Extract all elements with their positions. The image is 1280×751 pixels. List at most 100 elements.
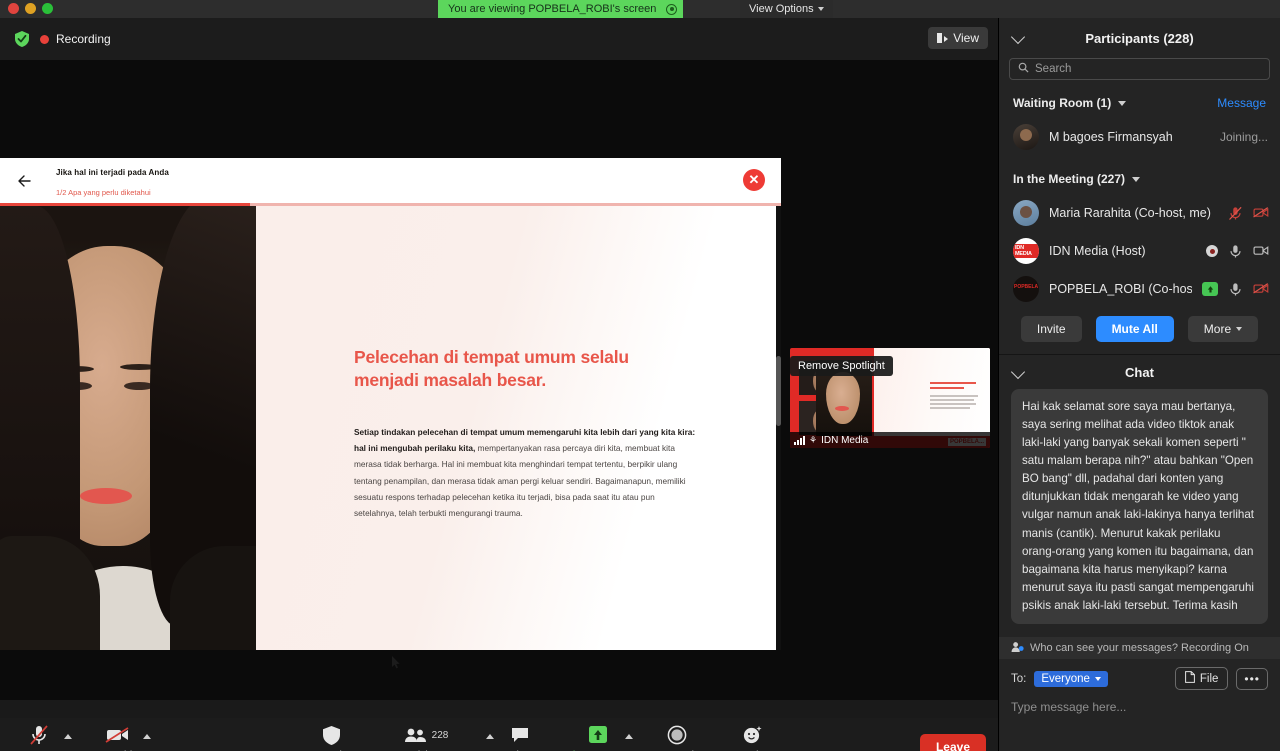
collapse-participants-icon[interactable] [1011,30,1025,44]
share-recording-icon [666,4,677,15]
video-icon[interactable] [1253,244,1268,258]
participant-row[interactable]: IDN MEDIA IDN Media (Host) [999,232,1280,270]
mic-icon[interactable] [1228,282,1243,296]
mic-muted-icon[interactable] [1228,206,1243,220]
in-meeting-title: In the Meeting (227) [1013,172,1125,186]
participant-row[interactable]: POPBELA_ROBI (Co-host) [999,270,1280,308]
toolbar-security-button[interactable]: Security [296,724,366,751]
macos-titlebar: You are viewing POPBELA_ROBI's screen Vi… [0,0,1280,18]
in-meeting-section-header: In the Meeting (227) [999,164,1280,194]
meeting-topbar: Recording View [0,18,998,60]
encryption-shield-icon[interactable] [14,30,30,48]
slide-scrollbar[interactable] [776,206,781,650]
participant-icons [1206,244,1268,258]
maximize-window-button[interactable] [42,3,53,14]
mouse-cursor-icon [392,656,401,669]
signal-strength-icon [794,436,805,445]
chat-recipient-value: Everyone [1041,673,1090,685]
invite-button[interactable]: Invite [1021,316,1082,342]
recording-icon [1206,245,1218,257]
participant-name: POPBELA_ROBI (Co-host) [1049,282,1192,296]
back-arrow-icon[interactable] [14,170,36,192]
search-box[interactable] [1009,58,1270,80]
participant-icons [1202,282,1268,296]
video-off-icon[interactable] [1253,206,1268,220]
waiting-room-participant-row[interactable]: M bagoes Firmansyah Joining... [999,118,1280,156]
chat-file-label: File [1200,673,1219,685]
waiting-room-title-wrap[interactable]: Waiting Room (1) [1013,96,1126,110]
slide-header-subtitle: 1/2 Apa yang perlu diketahui [56,188,151,197]
video-off-icon [105,724,131,746]
close-icon[interactable]: ✕ [743,169,765,191]
participant-name: M bagoes Firmansyah [1049,130,1210,144]
avatar [1013,200,1039,226]
share-screen-icon [587,724,609,746]
record-dot-icon [40,35,49,44]
video-off-icon[interactable] [1253,282,1268,296]
chevron-down-icon [1095,677,1101,681]
search-input[interactable] [1035,63,1261,75]
search-icon [1018,60,1029,78]
recording-indicator[interactable]: Recording [40,32,111,46]
more-button[interactable]: More [1188,316,1258,342]
toolbar-share-screen-button[interactable]: Share Screen [563,724,633,751]
close-window-button[interactable] [8,3,19,14]
chevron-down-icon[interactable] [1132,177,1140,182]
share-chevron-up-icon[interactable] [625,734,633,739]
mic-muted-icon [29,724,49,746]
unmute-chevron-up-icon[interactable] [64,734,72,739]
minimize-window-button[interactable] [25,3,36,14]
in-meeting-title-wrap[interactable]: In the Meeting (227) [1013,172,1140,186]
chat-privacy-text: Who can see your messages? Recording On [1030,642,1249,654]
mute-all-button[interactable]: Mute All [1096,316,1174,342]
participants-count: 228 [432,730,449,741]
right-side-panel: Participants (228) Waiting Room (1) Mess… [998,18,1280,751]
chat-file-button[interactable]: File [1175,667,1229,690]
slide-header-text: Jika hal ini terjadi pada Anda 1/2 Apa y… [56,161,169,201]
record-icon [667,724,687,746]
chevron-down-icon[interactable] [1118,101,1126,106]
video-chevron-up-icon[interactable] [143,734,151,739]
slide-text-panel: Pelecehan di tempat umum selalu menjadi … [256,206,781,650]
toolbar-reactions-button[interactable]: Reactions [717,724,787,751]
waiting-room-section-header: Waiting Room (1) Message [999,88,1280,118]
chat-message-list[interactable]: Hai kak selamat sore saya mau bertanya, … [999,389,1280,637]
view-layout-button[interactable]: View [928,27,988,49]
chat-input[interactable]: Type message here... [1011,700,1268,714]
slide-scrollbar-thumb[interactable] [776,356,781,426]
meeting-toolbar: Unmute Start Video Security 228 [0,718,998,751]
waiting-room-message-link[interactable]: Message [1217,96,1266,110]
avatar [1013,276,1039,302]
chat-panel-title: Chat [1125,365,1154,380]
mic-icon[interactable] [1228,244,1243,258]
view-options-button[interactable]: View Options [740,0,833,18]
avatar [1013,124,1039,150]
slide-title: Pelecehan di tempat umum selalu menjadi … [354,346,684,392]
recording-label: Recording [56,32,111,46]
pin-icon: ⚘ [809,436,817,445]
remove-spotlight-tooltip[interactable]: Remove Spotlight [790,356,893,376]
slide-video-portrait [0,206,256,650]
shared-screen-content[interactable]: Jika hal ini terjadi pada Anda 1/2 Apa y… [0,158,781,650]
chevron-down-icon [1236,327,1242,331]
chat-more-options-button[interactable]: ••• [1236,668,1268,690]
participant-row[interactable]: Maria Rarahita (Co-host, me) [999,194,1280,232]
slide-body: Pelecehan di tempat umum selalu menjadi … [0,206,781,650]
toolbar-participants-button[interactable]: 228 Participants [391,724,461,751]
chat-recipient-dropdown[interactable]: Everyone [1034,671,1108,687]
view-button-label: View [953,31,979,45]
screen-share-banner: You are viewing POPBELA_ROBI's screen [438,0,683,18]
meeting-stage: Recording View Jika hal ini terjadi pada… [0,18,998,700]
toolbar-chat-button[interactable]: Chat [485,724,555,751]
toolbar-record-button[interactable]: Record [642,724,712,751]
view-options-label: View Options [749,3,814,15]
spotlight-thumbnail[interactable]: ...di Ruang Umum ...a L'OREAL PARIS STAN… [790,348,990,448]
leave-button[interactable]: Leave [920,734,986,751]
collapse-chat-icon[interactable] [1011,365,1025,379]
chat-message: Hai kak selamat sore saya mau bertanya, … [1011,389,1268,624]
screen-share-icon [1202,282,1218,296]
window-controls[interactable] [8,3,53,14]
slide-header-title: Jika hal ini terjadi pada Anda [56,168,169,177]
chat-bubble-icon [510,724,530,746]
chat-privacy-notice[interactable]: Who can see your messages? Recording On [999,637,1280,659]
